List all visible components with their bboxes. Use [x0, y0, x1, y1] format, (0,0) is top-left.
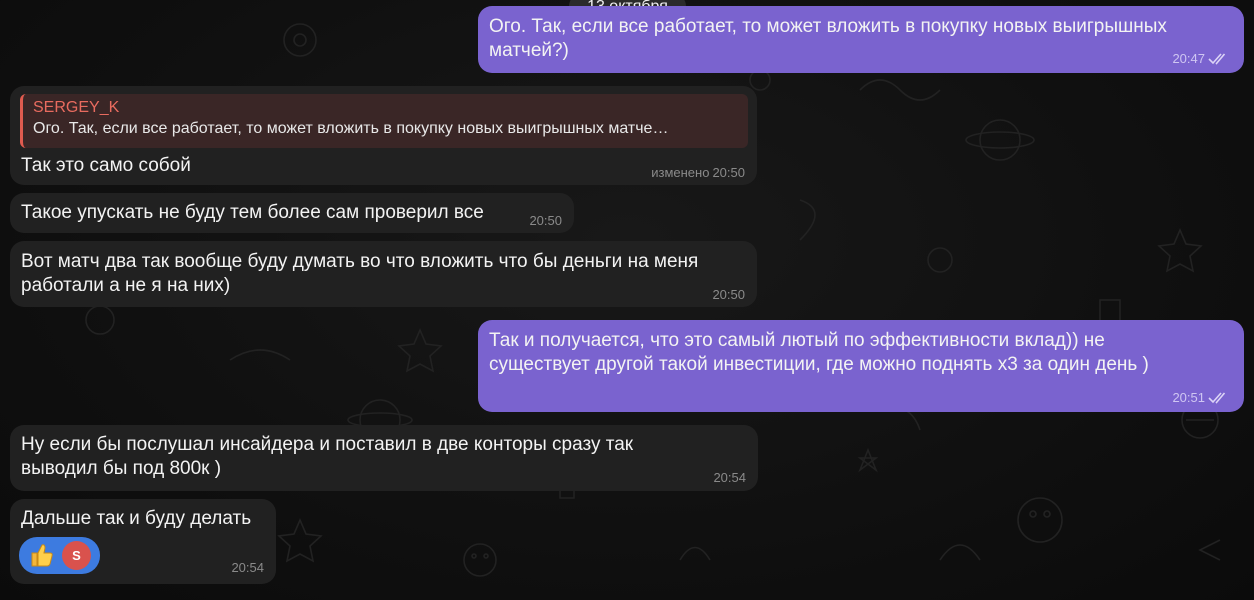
- reply-author: SERGEY_K: [33, 99, 120, 116]
- message-text-line: существует другой такой инвестиции, где …: [489, 354, 1149, 375]
- reply-text: Ого. Так, если все работает, то может вл…: [33, 120, 669, 137]
- incoming-message[interactable]: SERGEY_K Ого. Так, если все работает, то…: [10, 86, 757, 185]
- read-checkmarks-icon: [1208, 392, 1226, 404]
- read-checkmarks-icon: [1208, 53, 1226, 65]
- message-text-line: Ого. Так, если все работает, то может вл…: [489, 16, 1167, 37]
- reaction-avatar: S: [62, 541, 91, 570]
- chat-area[interactable]: 13 октября Ого. Так, если все работает, …: [0, 0, 1254, 600]
- message-text-line: Вот матч два так вообще буду думать во ч…: [21, 251, 699, 272]
- outgoing-message[interactable]: Так и получается, что это самый лютый по…: [478, 320, 1244, 412]
- incoming-message[interactable]: Дальше так и буду делать S 20:54: [10, 499, 276, 584]
- message-text-line: Такое упускать не буду тем более сам про…: [21, 202, 484, 223]
- reaction-chip[interactable]: S: [19, 537, 100, 574]
- thumbs-up-icon: [31, 544, 53, 567]
- message-text-line: работали а не я на них): [21, 275, 231, 296]
- message-text-line: Так это само собой: [21, 155, 191, 176]
- message-time: 20:54: [713, 470, 746, 485]
- message-time: 20:51: [1172, 390, 1205, 405]
- message-text-line: Ну если бы послушал инсайдера и поставил…: [21, 434, 634, 455]
- message-time: 20:50: [529, 213, 562, 228]
- message-time: 20:50: [712, 165, 745, 180]
- outgoing-message[interactable]: Ого. Так, если все работает, то может вл…: [478, 6, 1244, 73]
- message-text-line: Так и получается, что это самый лютый по…: [489, 330, 1105, 351]
- edited-label: изменено: [651, 165, 710, 180]
- reply-quote[interactable]: SERGEY_K Ого. Так, если все работает, то…: [20, 94, 748, 148]
- incoming-message[interactable]: Такое упускать не буду тем более сам про…: [10, 193, 574, 233]
- message-time: 20:54: [231, 560, 264, 575]
- message-text-line: Дальше так и буду делать: [21, 508, 252, 529]
- incoming-message[interactable]: Вот матч два так вообще буду думать во ч…: [10, 241, 757, 307]
- message-time: 20:47: [1172, 51, 1205, 66]
- message-time: 20:50: [712, 287, 745, 302]
- incoming-message[interactable]: Ну если бы послушал инсайдера и поставил…: [10, 425, 758, 491]
- message-text-line: матчей?): [489, 40, 569, 61]
- message-text-line: выводил бы под 800к ): [21, 458, 222, 479]
